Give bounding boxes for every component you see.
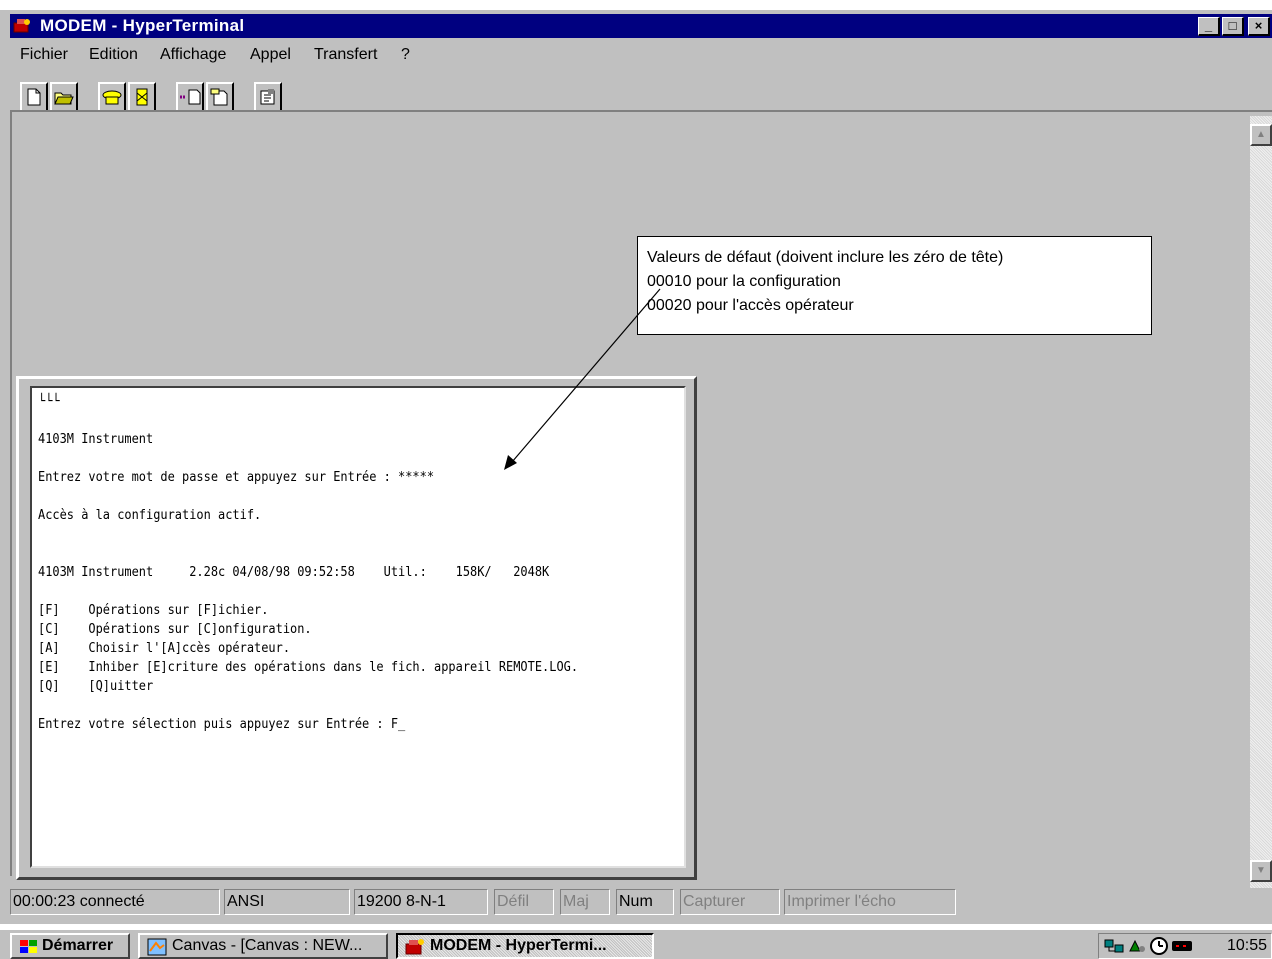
default-values-callout: Valeurs de défaut (doivent inclure les z…: [637, 236, 1152, 335]
status-scroll: Défil: [494, 889, 554, 915]
terminal-line: [E] Inhiber [E]criture des opérations da…: [38, 660, 579, 675]
status-print-echo: Imprimer l'écho: [784, 889, 956, 915]
status-port-settings: 19200 8-N-1: [354, 889, 488, 915]
send-icon[interactable]: [176, 82, 204, 112]
open-icon[interactable]: [50, 82, 78, 112]
status-capture: Capturer: [680, 889, 780, 915]
system-tray: 10:55: [1098, 933, 1272, 959]
task-hyperterminal[interactable]: MODEM - HyperTermi...: [396, 933, 654, 959]
start-label: Démarrer: [42, 937, 114, 954]
terminal-line: 4103M Instrument 2.28c 04/08/98 09:52:58…: [38, 565, 550, 580]
status-num: Num: [616, 889, 674, 915]
close-button[interactable]: ×: [1248, 17, 1270, 36]
menu-transfert[interactable]: Transfert: [314, 46, 377, 64]
taskbar: Démarrer Canvas - [Canvas : NEW... MODEM…: [0, 928, 1272, 959]
terminal-line: [Q] [Q]uitter: [38, 679, 154, 694]
menu-edition[interactable]: Edition: [89, 46, 138, 64]
receive-icon[interactable]: [206, 82, 234, 112]
windows-logo-icon: [20, 940, 37, 953]
modem-tray-icon[interactable]: [1171, 939, 1193, 953]
menu-appel[interactable]: Appel: [250, 46, 291, 64]
hyperterminal-task-icon: [405, 939, 424, 955]
menu-affichage[interactable]: Affichage: [160, 46, 226, 64]
window-title: MODEM - HyperTerminal: [40, 16, 245, 35]
properties-icon[interactable]: [254, 82, 282, 112]
clock-icon[interactable]: [1149, 936, 1169, 956]
callout-line: 00010 pour la configuration: [647, 273, 841, 290]
canvas-app-icon: [147, 938, 167, 956]
status-bar: 00:00:23 connecté ANSI 19200 8-N-1 Défil…: [10, 888, 1272, 916]
clock: 10:55: [1226, 937, 1267, 954]
task-canvas[interactable]: Canvas - [Canvas : NEW...: [138, 933, 388, 959]
status-connected: 00:00:23 connecté: [10, 889, 220, 915]
terminal-line: └└└: [38, 394, 60, 409]
terminal-line: [F] Opérations sur [F]ichier.: [38, 603, 269, 618]
terminal-line: [C] Opérations sur [C]onfiguration.: [38, 622, 312, 637]
menu-help[interactable]: ?: [401, 46, 410, 64]
callout-line: Valeurs de défaut (doivent inclure les z…: [647, 249, 1004, 266]
new-icon[interactable]: [20, 82, 48, 112]
minimize-button[interactable]: _: [1198, 17, 1220, 36]
scheduler-icon[interactable]: [1127, 937, 1147, 955]
scroll-up-button[interactable]: ▲: [1250, 124, 1272, 146]
task-label: Canvas - [Canvas : NEW...: [172, 937, 363, 954]
hyperterminal-app-icon: [13, 19, 30, 33]
maximize-button[interactable]: □: [1222, 17, 1244, 36]
terminal-line: Entrez votre mot de passe et appuyez sur…: [38, 470, 435, 485]
terminal-line: 4103M Instrument: [38, 432, 154, 447]
task-label: MODEM - HyperTermi...: [430, 937, 607, 954]
callout-line: 00020 pour l'accès opérateur: [647, 297, 854, 314]
terminal-line: Accès à la configuration actif.: [38, 508, 262, 523]
connect-phone-icon[interactable]: [98, 82, 126, 112]
terminal-line: Entrez votre sélection puis appuyez sur …: [38, 717, 406, 732]
scroll-down-button[interactable]: ▼: [1250, 860, 1272, 882]
vertical-scrollbar[interactable]: ▲ ▼: [1250, 116, 1272, 888]
disconnect-icon[interactable]: [128, 82, 156, 112]
status-emulation: ANSI: [224, 889, 350, 915]
terminal-output[interactable]: └└└ 4103M Instrument Entrez votre mot de p…: [30, 386, 686, 868]
title-bar[interactable]: MODEM - HyperTerminal _ □ ×: [10, 14, 1272, 38]
start-button[interactable]: Démarrer: [10, 933, 130, 959]
menu-fichier[interactable]: Fichier: [20, 46, 68, 64]
terminal-line: [A] Choisir l'[A]ccès opérateur.: [38, 641, 291, 656]
menu-bar: Fichier Edition Affichage Appel Transfer…: [10, 44, 1272, 68]
status-caps: Maj: [560, 889, 610, 915]
network-icon[interactable]: [1103, 937, 1125, 955]
